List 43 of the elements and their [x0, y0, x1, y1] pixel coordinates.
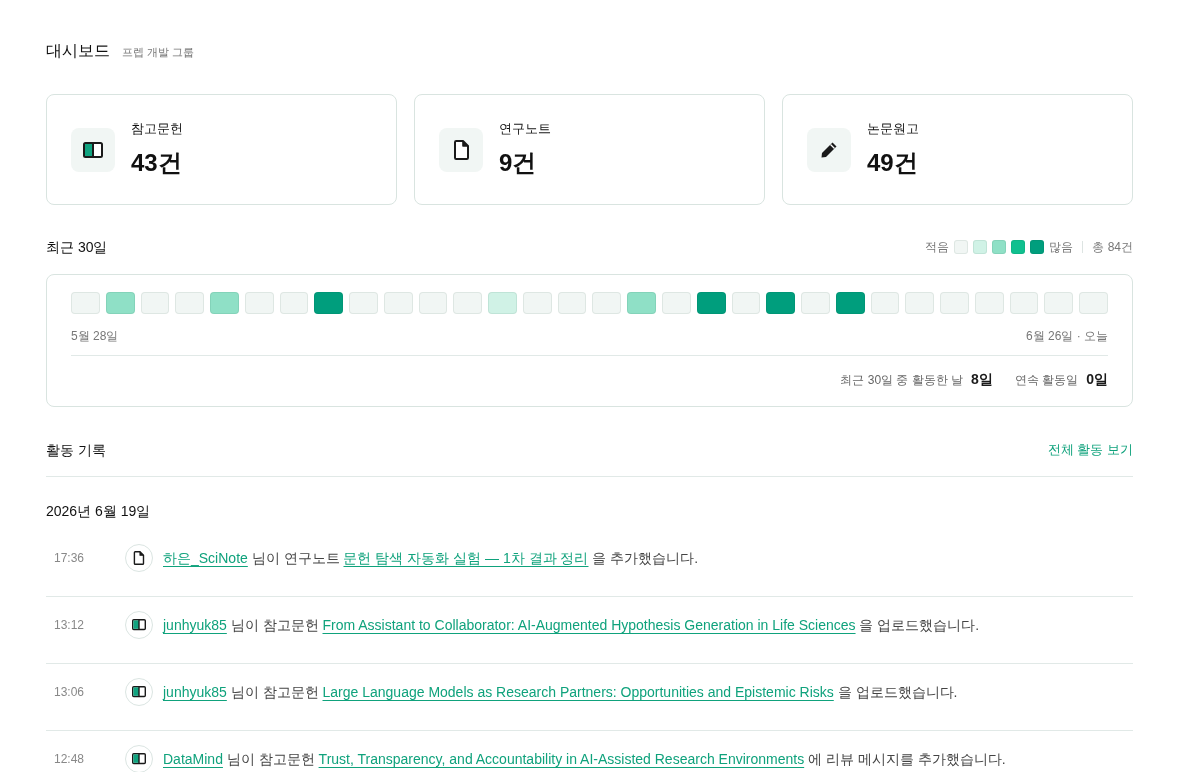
document-icon [125, 544, 153, 572]
user-link[interactable]: DataMind [163, 751, 223, 767]
stat-value: 49건 [867, 148, 918, 177]
book-icon [71, 127, 115, 172]
stat-label: 참고문헌 [131, 120, 183, 137]
stat-value: 9건 [499, 148, 537, 177]
book-icon [125, 678, 153, 706]
summary-value: 0일 [1086, 370, 1108, 389]
summary-label: 최근 30일 중 활동한 날 [840, 372, 964, 389]
user-link[interactable]: junhyuk85 [163, 684, 227, 700]
section-title: 활동 기록 [46, 441, 106, 460]
document-icon [439, 127, 483, 172]
pencil-icon [807, 127, 851, 172]
item-link[interactable]: From Assistant to Collaborator: AI-Augmented Hypothesis Generation in Life Sciences [322, 617, 856, 633]
section-title: 최근 30일 [46, 238, 108, 257]
legend-label: 적음 [925, 239, 950, 255]
stat-value: 43건 [131, 148, 182, 177]
book-icon [125, 611, 153, 639]
activity-text: DataMind 님이 참고문헌 Trust, Transparency, and Accountability in AI-Assisted Research Environments 에 리뷰 메시지를 추가했습니다. [163, 750, 1006, 769]
date-heading: 2026년 6월 19일 [46, 502, 151, 521]
activity-text: 하은_SciNote 님이 연구노트 문헌 탐색 자동화 실험 — 1차 결과 정리 을 추가했습니다. [163, 549, 699, 568]
summary-label: 연속 활동일 [1014, 372, 1079, 389]
date-label: 6월 26일 · 오늘 [1025, 328, 1108, 344]
stat-label: 연구노트 [499, 120, 551, 137]
date-label: 5월 28일 [71, 328, 119, 344]
user-link[interactable]: junhyuk85 [163, 617, 227, 633]
activity-time: 17:36 [54, 550, 86, 566]
view-all-link[interactable]: 전체 활동 보기 [1047, 440, 1133, 460]
item-link[interactable]: Trust, Transparency, and Accountability in AI-Assisted Research Environments [318, 751, 805, 767]
activity-time: 13:12 [54, 617, 86, 633]
legend-label: 많음 [1049, 239, 1074, 255]
summary-value: 8일 [971, 370, 993, 389]
group-name: 프렙 개발 그룹 [122, 45, 195, 60]
activity-time: 13:06 [54, 684, 86, 700]
page-title: 대시보드 [46, 41, 110, 61]
stat-label: 논문원고 [867, 120, 919, 137]
user-link[interactable]: 하은_SciNote [163, 550, 248, 566]
item-link[interactable]: Large Language Models as Research Partners: Opportunities and Epistemic Risks [322, 684, 834, 700]
activity-time: 12:48 [54, 751, 86, 767]
total-count: 총 84건 [1092, 239, 1133, 255]
activity-text: junhyuk85 님이 참고문헌 From Assistant to Collaborator: AI-Augmented Hypothesis Generation in Life Sciences 을 업로드했습니다. [163, 616, 980, 635]
item-link[interactable]: 문헌 탐색 자동화 실험 — 1차 결과 정리 [343, 550, 589, 566]
activity-text: junhyuk85 님이 참고문헌 Large Language Models as Research Partners: Opportunities and Epistemic Risks 을 업로드했습니다. [163, 683, 958, 702]
